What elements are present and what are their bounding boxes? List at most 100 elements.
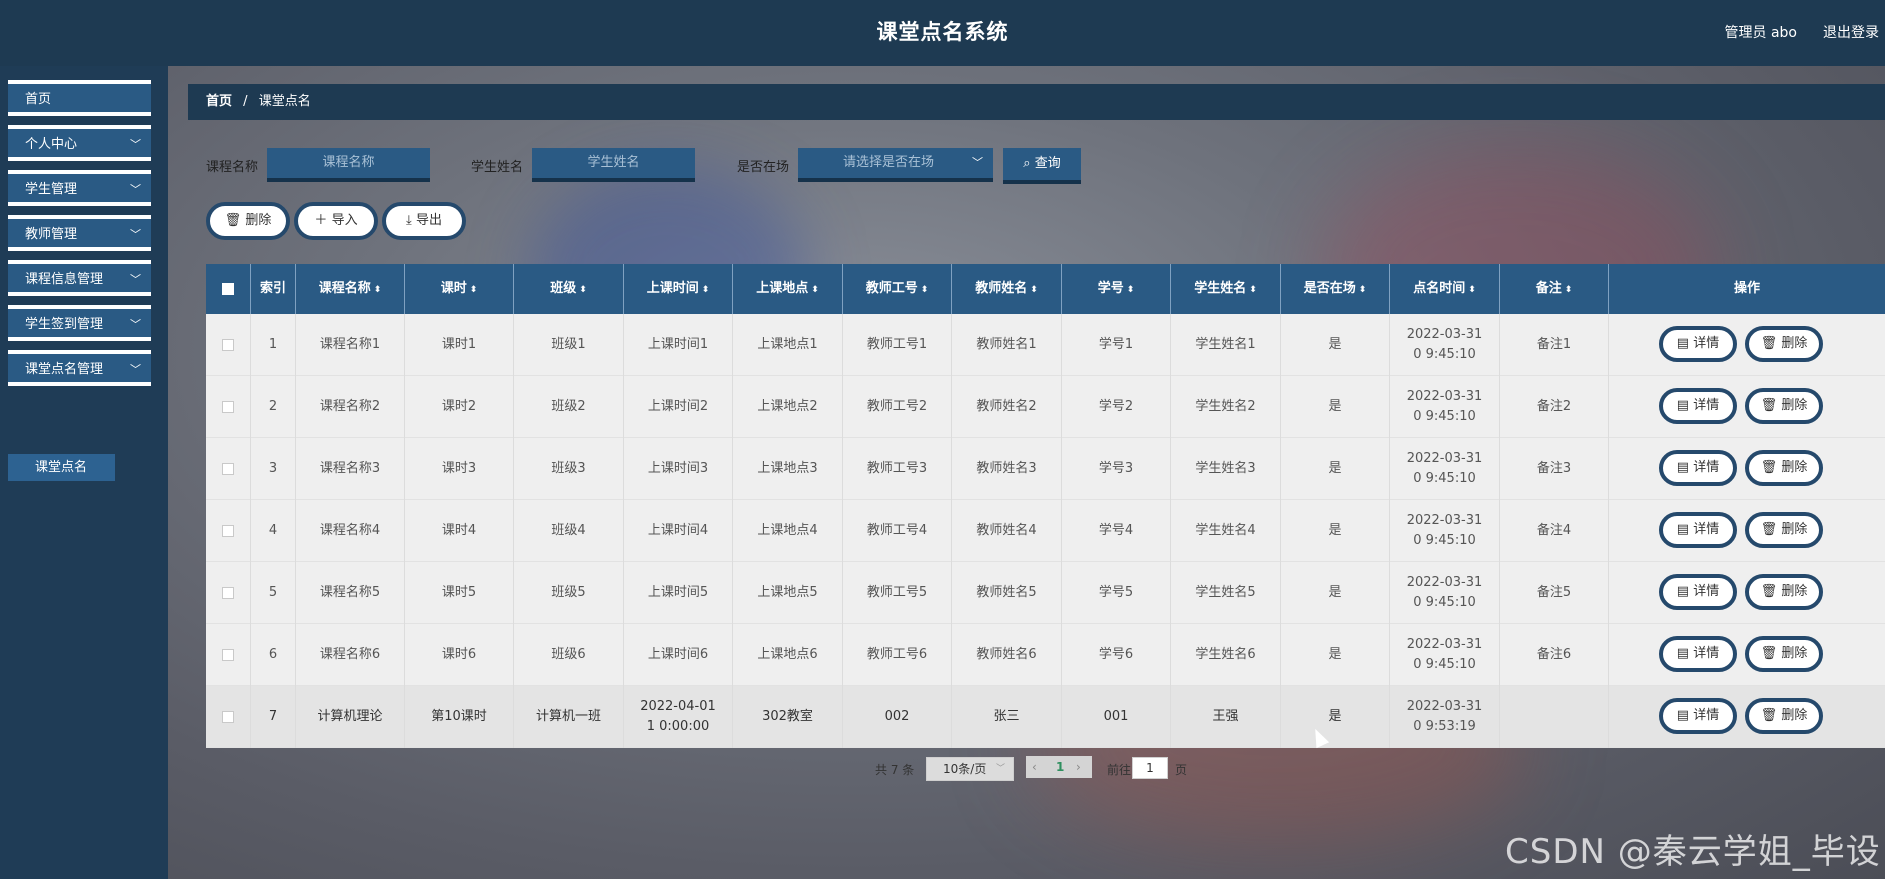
sidebar-item-student-signin-management[interactable]: 学生签到管理 ﹀ (8, 305, 151, 341)
delete-label: 删除 (1781, 584, 1808, 599)
document-icon: ▤ (1676, 584, 1690, 599)
sidebar-item-student-management[interactable]: 学生管理 ﹀ (8, 170, 151, 206)
column-header-sortable[interactable]: 班级 ⬍ (514, 264, 624, 314)
column-header-sortable[interactable]: 上课时间 ⬍ (624, 264, 733, 314)
cell-teacher-name: 教师姓名1 (952, 314, 1062, 376)
cell-present: 是 (1281, 686, 1390, 748)
import-label: 导入 (331, 213, 358, 228)
delete-label: 删除 (1781, 708, 1808, 723)
detail-button[interactable]: ▤ 详情 (1659, 326, 1737, 362)
chevron-down-icon: ﹀ (995, 764, 1005, 774)
cell-class-place: 上课地点2 (733, 376, 843, 438)
present-select[interactable]: 请选择是否在场 ﹀ (798, 148, 993, 182)
next-page-button[interactable]: › (1076, 756, 1081, 778)
admin-user-label[interactable]: 管理员 abo (1725, 22, 1797, 42)
column-header-label: 班级 (550, 281, 577, 296)
page-number-current[interactable]: 1 (1056, 756, 1064, 778)
row-checkbox[interactable] (222, 587, 234, 599)
row-checkbox[interactable] (222, 339, 234, 351)
sidebar-item-personal-center[interactable]: 个人中心 ﹀ (8, 125, 151, 161)
column-header-sortable[interactable]: 学号 ⬍ (1062, 264, 1171, 314)
table-row: 4 课程名称4 课时4 班级4 上课时间4 上课地点4 教师工号4 教师姓名4 … (206, 500, 1885, 562)
select-all-checkbox[interactable] (222, 282, 234, 295)
chevron-down-icon: ﹀ (130, 273, 141, 286)
cell-student-name: 学生姓名2 (1171, 376, 1281, 438)
detail-button[interactable]: ▤ 详情 (1659, 574, 1737, 610)
delete-button[interactable]: 🗑 删除 (1745, 388, 1823, 424)
cell-lesson: 课时6 (405, 624, 514, 686)
cell-present: 是 (1281, 624, 1390, 686)
cell-student-name: 学生姓名3 (1171, 438, 1281, 500)
delete-button[interactable]: 🗑 删除 (1745, 698, 1823, 734)
row-checkbox[interactable] (222, 401, 234, 413)
column-header-sortable[interactable]: 课时 ⬍ (405, 264, 514, 314)
sidebar-item-label: 教师管理 (25, 227, 78, 242)
column-header-sortable[interactable]: 教师姓名 ⬍ (952, 264, 1062, 314)
delete-label: 删除 (1781, 336, 1808, 351)
sidebar-subitem-rollcall[interactable]: 课堂点名 (8, 454, 115, 481)
cell-teacher-no: 教师工号5 (843, 562, 952, 624)
student-name-input[interactable]: 学生姓名 (532, 148, 695, 182)
detail-button[interactable]: ▤ 详情 (1659, 450, 1737, 486)
sort-icon: ⬍ (1468, 285, 1476, 295)
course-name-label: 课程名称 (206, 160, 259, 175)
column-header-sortable[interactable]: 教师工号 ⬍ (843, 264, 952, 314)
column-header-sortable[interactable]: 备注 ⬍ (1500, 264, 1609, 314)
cell-teacher-name: 教师姓名2 (952, 376, 1062, 438)
import-button[interactable]: ＋ 导入 (294, 202, 378, 240)
cell-class-time: 上课时间6 (624, 624, 733, 686)
page-size-select[interactable]: 10条/页 ﹀ (926, 757, 1014, 781)
delete-button[interactable]: 🗑 删除 (1745, 512, 1823, 548)
cell-class-time: 上课时间1 (624, 314, 733, 376)
row-checkbox[interactable] (222, 711, 234, 723)
column-header-sortable[interactable]: 课程名称 ⬍ (296, 264, 405, 314)
column-header-label: 学生姓名 (1194, 281, 1247, 296)
cell-teacher-name: 教师姓名5 (952, 562, 1062, 624)
detail-button[interactable]: ▤ 详情 (1659, 512, 1737, 548)
trash-icon: 🗑 (1760, 708, 1778, 723)
delete-button[interactable]: 🗑 删除 (1745, 636, 1823, 672)
query-button[interactable]: ⌕ 查询 (1003, 148, 1081, 184)
column-header-sortable[interactable]: 点名时间 ⬍ (1390, 264, 1500, 314)
breadcrumb-home[interactable]: 首页 (206, 94, 232, 109)
cell-student-name: 王强 (1171, 686, 1281, 748)
delete-button[interactable]: 🗑 删除 (1745, 326, 1823, 362)
detail-button[interactable]: ▤ 详情 (1659, 388, 1737, 424)
detail-button[interactable]: ▤ 详情 (1659, 636, 1737, 672)
cell-call-time: 2022-03-31 0 9:45:10 (1390, 500, 1500, 562)
present-label: 是否在场 (737, 160, 790, 175)
goto-page-input[interactable]: 1 (1132, 757, 1168, 779)
course-name-input[interactable]: 课程名称 (267, 148, 430, 182)
column-header-sortable[interactable]: 是否在场 ⬍ (1281, 264, 1390, 314)
row-checkbox[interactable] (222, 463, 234, 475)
cell-student-no: 学号5 (1062, 562, 1171, 624)
delete-button[interactable]: 🗑 删除 (1745, 574, 1823, 610)
sidebar-item-home[interactable]: 首页 (8, 80, 151, 116)
column-header-label: 是否在场 (1303, 281, 1356, 296)
column-header-label: 备注 (1535, 281, 1562, 296)
delete-button[interactable]: 🗑 删除 (1745, 450, 1823, 486)
prev-page-button[interactable]: ‹ (1032, 756, 1037, 778)
trash-icon: 🗑 (1760, 522, 1778, 537)
goto-label: 前往 (1107, 763, 1132, 777)
sidebar-item-rollcall-management[interactable]: 课堂点名管理 ﹀ (8, 350, 151, 386)
column-header-sortable[interactable]: 学生姓名 ⬍ (1171, 264, 1281, 314)
trash-icon: 🗑 (1760, 646, 1778, 661)
cell-present: 是 (1281, 314, 1390, 376)
row-checkbox-cell (206, 314, 251, 376)
logout-link[interactable]: 退出登录 (1823, 22, 1879, 42)
sidebar-item-teacher-management[interactable]: 教师管理 ﹀ (8, 215, 151, 251)
sidebar-item-course-info-management[interactable]: 课程信息管理 ﹀ (8, 260, 151, 296)
row-checkbox[interactable] (222, 525, 234, 537)
cell-student-name: 学生姓名6 (1171, 624, 1281, 686)
detail-button[interactable]: ▤ 详情 (1659, 698, 1737, 734)
row-checkbox[interactable] (222, 649, 234, 661)
trash-icon: 🗑 (1760, 460, 1778, 475)
pagination: 共 7 条 10条/页 ﹀ ‹ 1 › 前往 1 页 (168, 756, 1885, 786)
export-button[interactable]: ⤓ 导出 (382, 202, 466, 240)
bulk-delete-button[interactable]: 🗑 删除 (206, 202, 290, 240)
sidebar-item-label: 学生签到管理 (25, 317, 104, 332)
column-header-sortable[interactable]: 上课地点 ⬍ (733, 264, 843, 314)
export-label: 导出 (415, 213, 442, 228)
table-row: 2 课程名称2 课时2 班级2 上课时间2 上课地点2 教师工号2 教师姓名2 … (206, 376, 1885, 438)
